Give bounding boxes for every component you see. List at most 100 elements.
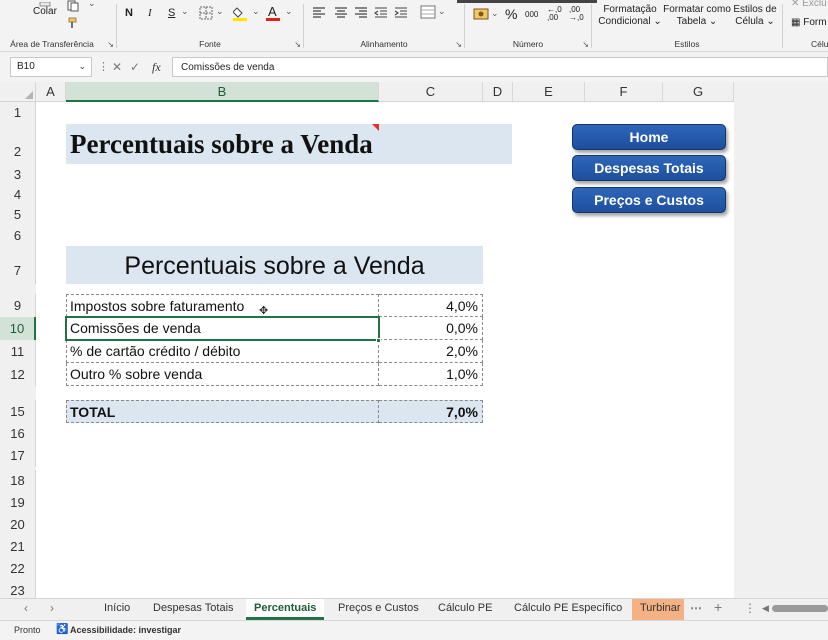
column-header-a[interactable]: A: [36, 82, 66, 102]
number-launcher-icon[interactable]: ↘: [582, 40, 589, 49]
more-options-icon[interactable]: ⋮: [98, 60, 109, 73]
borders-dropdown-icon[interactable]: ⌄: [216, 6, 224, 17]
table-label-cell[interactable]: Impostos sobre faturamento: [66, 294, 379, 317]
merge-center-icon[interactable]: [420, 5, 436, 22]
tab-turbinar[interactable]: Turbinar: [632, 599, 684, 620]
decrease-indent-icon[interactable]: [374, 6, 388, 21]
column-header-b[interactable]: B: [66, 82, 379, 102]
precos-e-custos-button[interactable]: Preços e Custos: [572, 187, 726, 213]
row-header[interactable]: 15: [0, 400, 36, 423]
row-header[interactable]: 3: [0, 164, 36, 184]
bold-button[interactable]: N: [125, 7, 133, 19]
tab-precos-e-custos[interactable]: Preços e Custos: [330, 599, 427, 620]
underline-dropdown-icon[interactable]: ⌄: [181, 6, 189, 17]
conditional-formatting-button[interactable]: Formatação Condicional ⌄: [598, 4, 662, 28]
name-box-dropdown-icon[interactable]: ⌄: [78, 61, 86, 72]
tab-despesas-totais[interactable]: Despesas Totais: [145, 599, 242, 620]
select-all-button[interactable]: [0, 82, 36, 102]
row-header[interactable]: 9: [0, 294, 36, 317]
row-header[interactable]: 4: [0, 184, 36, 204]
column-header-e[interactable]: E: [513, 82, 585, 102]
row-header[interactable]: 11: [0, 340, 36, 363]
column-header-d[interactable]: D: [483, 82, 513, 102]
align-center-icon[interactable]: [334, 6, 348, 21]
table-label-cell[interactable]: Outro % sobre venda: [66, 363, 379, 386]
table-value-cell[interactable]: 0,0%: [379, 317, 483, 340]
format-as-table-button[interactable]: Formatar como Tabela ⌄: [662, 4, 732, 28]
home-button[interactable]: Home: [572, 124, 726, 150]
insert-function-icon[interactable]: fx: [152, 60, 161, 75]
table-label-cell[interactable]: % de cartão crédito / débito: [66, 340, 379, 363]
total-label-cell[interactable]: TOTAL: [66, 400, 379, 423]
column-header-f[interactable]: F: [585, 82, 663, 102]
format-painter-icon[interactable]: [66, 16, 80, 33]
row-header[interactable]: 17: [0, 445, 36, 467]
decrease-decimal-button[interactable]: ,00 →,0: [569, 6, 587, 22]
fill-dropdown-icon[interactable]: ⌄: [252, 6, 260, 17]
name-box[interactable]: B10 ⌄: [10, 57, 92, 77]
increase-indent-icon[interactable]: [394, 6, 408, 21]
paste-button[interactable]: Colar: [33, 6, 57, 17]
fill-handle[interactable]: [376, 338, 381, 343]
tab-calculo-pe-especifico[interactable]: Cálculo PE Específico: [506, 599, 630, 620]
row-header[interactable]: 19: [0, 492, 36, 514]
copy-dropdown-icon[interactable]: ⌄: [88, 0, 96, 9]
copy-icon[interactable]: [66, 0, 80, 15]
alignment-launcher-icon[interactable]: ↘: [455, 40, 462, 49]
active-cell-selection[interactable]: [65, 316, 380, 341]
tab-percentuais[interactable]: Percentuais: [246, 599, 325, 620]
formula-input[interactable]: Comissões de venda: [172, 57, 828, 77]
tab-scroll-left-icon[interactable]: ‹: [24, 601, 28, 615]
cell-styles-button[interactable]: Estilos de Célula ⌄: [732, 4, 778, 28]
font-color-icon[interactable]: A: [266, 4, 282, 25]
thousands-button[interactable]: 000: [525, 10, 538, 19]
accessibility-status[interactable]: Acessibilidade: investigar: [70, 621, 181, 639]
fill-color-icon[interactable]: [232, 4, 249, 25]
row-header[interactable]: 10: [0, 317, 36, 340]
borders-icon[interactable]: [199, 6, 213, 23]
italic-button[interactable]: I: [148, 7, 152, 19]
row-header[interactable]: 22: [0, 558, 36, 580]
percent-button[interactable]: %: [505, 6, 517, 22]
row-header[interactable]: 12: [0, 363, 36, 386]
accounting-format-icon[interactable]: [473, 8, 489, 23]
enter-icon[interactable]: ✓: [130, 60, 140, 74]
comment-indicator[interactable]: [372, 124, 379, 131]
underline-button[interactable]: S: [168, 7, 175, 19]
table-value-cell[interactable]: 4,0%: [379, 294, 483, 317]
accounting-dropdown-icon[interactable]: ⌄: [491, 8, 499, 19]
row-header[interactable]: 23: [0, 580, 36, 598]
despesas-totais-button[interactable]: Despesas Totais: [572, 155, 726, 181]
row-header[interactable]: 21: [0, 536, 36, 558]
tab-options-icon[interactable]: ⋮: [744, 601, 756, 615]
accessibility-icon[interactable]: ♿: [56, 621, 68, 639]
table-value-cell[interactable]: 2,0%: [379, 340, 483, 363]
tab-scroll-right-icon[interactable]: ›: [50, 601, 54, 615]
delete-button[interactable]: ✕ Exclu: [791, 0, 827, 9]
row-header[interactable]: 16: [0, 423, 36, 445]
align-left-icon[interactable]: [312, 6, 326, 21]
more-tabs-icon[interactable]: ⋯: [690, 601, 702, 615]
row-header[interactable]: 2: [0, 124, 36, 164]
row-header[interactable]: 18: [0, 470, 36, 492]
scroll-left-icon[interactable]: ◀: [762, 603, 769, 614]
align-right-icon[interactable]: [354, 6, 368, 21]
column-header-g[interactable]: G: [663, 82, 734, 102]
column-header-c[interactable]: C: [379, 82, 483, 102]
tab-calculo-pe[interactable]: Cálculo PE: [430, 599, 500, 620]
cancel-icon[interactable]: ✕: [112, 60, 122, 74]
row-header[interactable]: 5: [0, 204, 36, 224]
table-value-cell[interactable]: 1,0%: [379, 363, 483, 386]
clipboard-launcher-icon[interactable]: ↘: [107, 40, 114, 49]
merge-dropdown-icon[interactable]: ⌄: [438, 6, 446, 17]
horizontal-scrollbar[interactable]: [772, 605, 828, 612]
cell-area[interactable]: Percentuais sobre a Venda Home Despesas …: [36, 102, 734, 598]
increase-decimal-button[interactable]: ←,0,00: [547, 6, 565, 22]
format-button[interactable]: ▦ Form: [791, 17, 827, 28]
font-launcher-icon[interactable]: ↘: [294, 40, 301, 49]
row-header[interactable]: 6: [0, 224, 36, 246]
row-header[interactable]: 1: [0, 102, 36, 124]
font-color-dropdown-icon[interactable]: ⌄: [285, 6, 293, 17]
add-sheet-icon[interactable]: +: [714, 599, 722, 615]
tab-inicio[interactable]: Início: [96, 599, 138, 620]
